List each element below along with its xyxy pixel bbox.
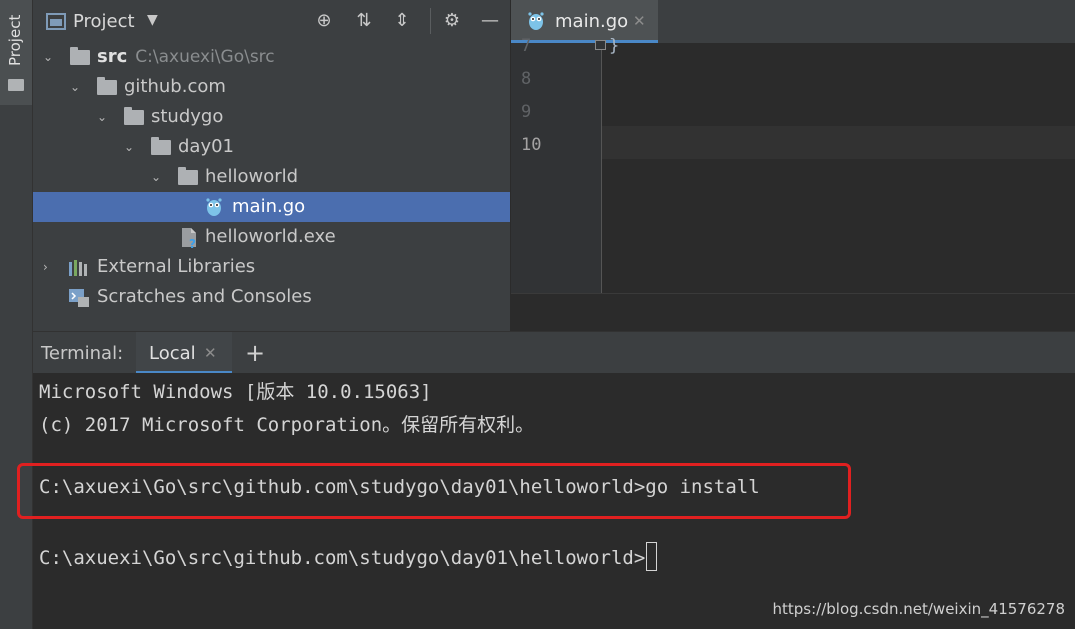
- minimize-icon[interactable]: —: [479, 10, 501, 32]
- tree-item-label: day01: [178, 136, 235, 157]
- tree-item-studygo[interactable]: ⌄ studygo: [33, 102, 510, 132]
- tree-item-label: src: [97, 46, 128, 67]
- close-icon[interactable]: ✕: [204, 344, 217, 362]
- editor-footer: [511, 293, 1075, 332]
- tree-item-label: External Libraries: [97, 256, 256, 277]
- toolbar-divider: [430, 8, 431, 34]
- terminal-cursor[interactable]: [646, 542, 658, 571]
- chevron-down-icon[interactable]: ▼: [147, 12, 158, 28]
- terminal-prompt-line: C:\axuexi\Go\src\github.com\studygo\day0…: [39, 542, 658, 571]
- terminal-output[interactable]: Microsoft Windows [版本 10.0.15063] (c) 20…: [17, 373, 1075, 629]
- tree-item-label: main.go: [232, 196, 306, 217]
- tree-item-scratches[interactable]: Scratches and Consoles: [33, 282, 510, 312]
- editor-tab-bar: main.go ✕: [511, 0, 1075, 43]
- project-tool-tab[interactable]: Project: [0, 0, 32, 105]
- folder-icon: [97, 77, 117, 95]
- tree-item-day01[interactable]: ⌄ day01: [33, 132, 510, 162]
- line-number: 9: [521, 102, 532, 122]
- tree-item-helloworld[interactable]: ⌄ helloworld: [33, 162, 510, 192]
- editor-area: main.go ✕ 7 8 9 10 }: [511, 0, 1075, 332]
- tree-item-path: C:\axuexi\Go\src: [135, 47, 275, 67]
- tree-item-src[interactable]: ⌄ src C:\axuexi\Go\src: [33, 42, 510, 72]
- tree-item-helloworld-exe[interactable]: ? helloworld.exe: [33, 222, 510, 252]
- project-panel: Project ▼ ⊕ ⇅ ⇕ ⚙ — ⌄ src C:\axuexi\Go\sr…: [33, 0, 510, 331]
- collapse-all-icon[interactable]: ⇕: [391, 10, 413, 32]
- editor-tab-main-go[interactable]: main.go ✕: [511, 0, 658, 43]
- project-tool-tab-label: Project: [6, 14, 24, 66]
- current-line-highlight[interactable]: [602, 126, 1075, 159]
- tree-item-external-libraries[interactable]: › External Libraries: [33, 252, 510, 282]
- unknown-file-icon: ?: [182, 228, 196, 249]
- line-number: 10: [521, 135, 542, 155]
- tree-item-label: studygo: [151, 106, 224, 127]
- library-icon: [69, 260, 87, 276]
- tree-item-github[interactable]: ⌄ github.com: [33, 72, 510, 102]
- chevron-down-icon[interactable]: ⌄: [97, 102, 111, 132]
- folder-icon: [8, 79, 24, 91]
- folder-icon: [124, 107, 144, 125]
- chevron-down-icon[interactable]: ⌄: [70, 72, 84, 102]
- terminal-prompt: C:\axuexi\Go\src\github.com\studygo\day0…: [39, 547, 646, 569]
- folder-icon: [70, 47, 90, 65]
- expand-all-icon[interactable]: ⇅: [353, 10, 375, 32]
- chevron-down-icon[interactable]: ⌄: [43, 42, 57, 72]
- gopher-icon: [206, 198, 222, 216]
- scratches-icon: [69, 289, 89, 307]
- terminal-tab-local[interactable]: Local ✕: [136, 332, 232, 374]
- gear-icon[interactable]: ⚙: [441, 10, 463, 32]
- tree-item-label: github.com: [124, 76, 226, 97]
- terminal-line: Microsoft Windows [版本 10.0.15063]: [39, 381, 432, 403]
- tree-item-label: Scratches and Consoles: [97, 286, 312, 307]
- folder-icon: [178, 167, 198, 185]
- fold-icon[interactable]: [595, 40, 606, 50]
- line-number-gutter: 7 8 9 10: [511, 36, 606, 293]
- project-panel-header: Project ▼ ⊕ ⇅ ⇕ ⚙ —: [33, 0, 510, 44]
- line-number: 8: [521, 69, 532, 89]
- chevron-right-icon[interactable]: ›: [43, 252, 57, 282]
- tree-item-label: helloworld.exe: [205, 226, 336, 247]
- svg-text:?: ?: [189, 237, 196, 249]
- terminal-title: Terminal:: [41, 343, 124, 364]
- terminal-header: Terminal: Local ✕ +: [33, 331, 1075, 374]
- folder-icon: [151, 137, 171, 155]
- watermark: https://blog.csdn.net/weixin_41576278: [772, 600, 1065, 618]
- terminal-tab-label: Local: [149, 343, 196, 364]
- tool-window-stripe: Project: [0, 0, 33, 629]
- editor-tab-label: main.go: [555, 11, 629, 32]
- project-panel-title[interactable]: Project: [73, 11, 135, 32]
- code-text[interactable]: }: [609, 36, 619, 56]
- chevron-down-icon[interactable]: ⌄: [151, 162, 165, 192]
- gopher-icon: [528, 12, 544, 30]
- tree-item-main-go[interactable]: main.go: [33, 192, 510, 222]
- close-icon[interactable]: ✕: [633, 12, 646, 30]
- terminal-line: (c) 2017 Microsoft Corporation。保留所有权利。: [39, 414, 535, 436]
- tree-item-label: helloworld: [205, 166, 299, 187]
- locate-icon[interactable]: ⊕: [313, 10, 335, 32]
- add-terminal-icon[interactable]: +: [245, 339, 265, 367]
- line-number: 7: [521, 36, 532, 56]
- project-view-icon: [46, 13, 66, 30]
- annotation-highlight-box: [17, 463, 851, 519]
- chevron-down-icon[interactable]: ⌄: [124, 132, 138, 162]
